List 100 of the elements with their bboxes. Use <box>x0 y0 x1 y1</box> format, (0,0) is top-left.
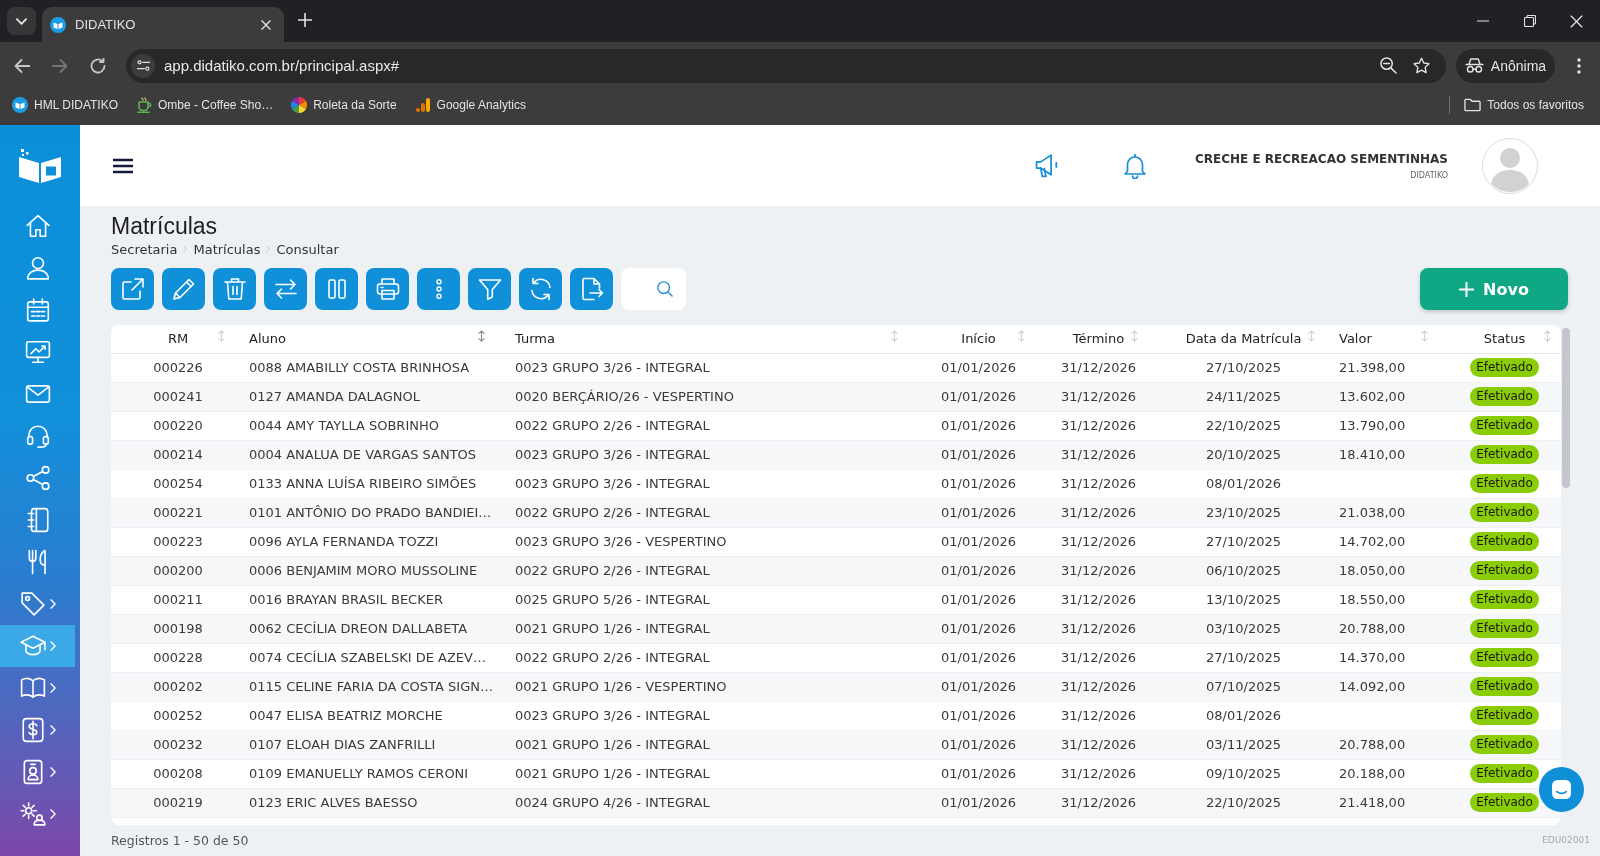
table-cell: 0022 GRUPO 2/26 - INTEGRAL <box>505 643 912 672</box>
table-cell: 000232 <box>111 730 245 759</box>
tab-list-button[interactable] <box>7 7 36 35</box>
search-field[interactable] <box>621 268 686 310</box>
table-cell: 01/01/2026 <box>912 701 1045 730</box>
table-cell: 31/12/2026 <box>1045 585 1152 614</box>
new-tab-button[interactable] <box>297 12 313 28</box>
menu-button[interactable] <box>113 157 133 174</box>
table-cell: 31/12/2026 <box>1045 498 1152 527</box>
table-cell: 000220 <box>111 411 245 440</box>
table-cell: 20/10/2025 <box>1152 440 1335 469</box>
refresh-button[interactable] <box>519 268 562 310</box>
column-header[interactable]: Turma <box>505 325 912 353</box>
table-cell: 0021 GRUPO 1/26 - INTEGRAL <box>505 730 912 759</box>
table-cell: 000252 <box>111 701 245 730</box>
all-bookmarks-link[interactable]: Todos os favoritos <box>1460 93 1588 116</box>
table-cell: 01/01/2026 <box>912 585 1045 614</box>
table-cell: 0123 ERIC ALVES BAESSO <box>245 788 505 817</box>
table-cell: 31/12/2026 <box>1045 759 1152 788</box>
table-cell: 22/10/2025 <box>1152 788 1335 817</box>
external-link-icon <box>120 277 145 301</box>
column-header[interactable]: Início <box>912 325 1045 353</box>
scrollbar[interactable] <box>1562 328 1570 488</box>
export-button[interactable] <box>570 268 613 310</box>
user-icon <box>24 255 51 281</box>
browser-tab[interactable]: DIDATIKO <box>42 7 284 42</box>
plus-icon <box>1459 281 1475 297</box>
bookmark-link[interactable]: Roleta da Sorte <box>287 92 401 117</box>
table-cell: 13.790,00 <box>1335 411 1448 440</box>
edit-button[interactable] <box>162 268 205 310</box>
profile-button[interactable]: Anônima <box>1456 48 1555 83</box>
table-cell: 03/11/2025 <box>1152 730 1335 759</box>
notifications-button[interactable] <box>1123 152 1147 179</box>
zoom-button[interactable] <box>1378 55 1398 76</box>
book-logo[interactable] <box>17 147 63 183</box>
bell-icon <box>1123 152 1147 179</box>
table-cell: 01/01/2026 <box>912 672 1045 701</box>
columns-button[interactable] <box>315 268 358 310</box>
table-cell: 01/01/2026 <box>912 527 1045 556</box>
print-button[interactable] <box>366 268 409 310</box>
status-badge: Efetivado <box>1470 619 1539 638</box>
vertical-dots-icon <box>435 279 442 299</box>
column-header[interactable]: Aluno <box>245 325 505 353</box>
open-button[interactable] <box>111 268 154 310</box>
table-cell: 0115 CELINE FARIA DA COSTA SIGN… <box>245 672 505 701</box>
status-badge: Efetivado <box>1470 445 1539 464</box>
table-cell: 31/12/2026 <box>1045 353 1152 382</box>
table-cell: 000202 <box>111 672 245 701</box>
status-badge: Efetivado <box>1470 532 1539 551</box>
page-title: Matrículas <box>111 212 218 240</box>
star-icon <box>1412 57 1430 74</box>
chevron-right-icon <box>183 245 188 253</box>
delete-button[interactable] <box>213 268 256 310</box>
table-cell: 27/10/2025 <box>1152 643 1335 672</box>
site-info-button[interactable] <box>131 53 155 78</box>
more-button[interactable] <box>417 268 460 310</box>
transfer-button[interactable] <box>264 268 307 310</box>
bookmark-link[interactable]: HML DIDATIKO <box>8 92 122 117</box>
column-header[interactable]: RM <box>111 325 245 353</box>
column-header[interactable]: Término <box>1045 325 1152 353</box>
column-header[interactable]: Status <box>1448 325 1561 353</box>
swap-arrows-icon <box>273 277 298 301</box>
status-badge: Efetivado <box>1470 764 1539 783</box>
bookmark-link[interactable]: Ombe - Coffee Sho… <box>132 92 278 117</box>
close-icon <box>261 19 271 30</box>
filter-button[interactable] <box>468 268 511 310</box>
table-cell: 000221 <box>111 498 245 527</box>
table-cell: 000226 <box>111 353 245 382</box>
table-cell: 20.788,00 <box>1335 614 1448 643</box>
headset-icon <box>24 423 51 449</box>
table-cell: 31/12/2026 <box>1045 701 1152 730</box>
menu-icon <box>113 157 133 174</box>
column-header[interactable]: Valor <box>1335 325 1448 353</box>
table-cell: 21.418,00 <box>1335 788 1448 817</box>
table-cell: 14.370,00 <box>1335 643 1448 672</box>
table-cell: 000228 <box>111 643 245 672</box>
table-cell: 14.702,00 <box>1335 527 1448 556</box>
bookmark-star-button[interactable] <box>1411 55 1431 76</box>
table-cell: 01/01/2026 <box>912 353 1045 382</box>
table-cell: 0047 ELISA BEATRIZ MORCHE <box>245 701 505 730</box>
pencil-icon <box>171 277 196 301</box>
search-icon <box>657 281 673 297</box>
table-cell: 01/01/2026 <box>912 498 1045 527</box>
breadcrumb-link[interactable]: Matrículas <box>193 241 261 257</box>
table-cell: 31/12/2026 <box>1045 411 1152 440</box>
status-badge: Efetivado <box>1470 387 1539 406</box>
table-cell: 31/12/2026 <box>1045 672 1152 701</box>
table-cell: 23/10/2025 <box>1152 498 1335 527</box>
table-cell: 21.398,00 <box>1335 353 1448 382</box>
breadcrumb-link[interactable]: Secretaria <box>111 241 178 257</box>
address-bar[interactable]: app.didatiko.com.br/principal.aspx# <box>126 48 1446 83</box>
minimize-icon <box>1476 20 1489 22</box>
status-badge: Efetivado <box>1470 503 1539 522</box>
bookmark-link[interactable]: Google Analytics <box>410 92 530 117</box>
table-cell: 18.550,00 <box>1335 585 1448 614</box>
column-header[interactable]: Data da Matrícula <box>1152 325 1335 353</box>
status-badge: Efetivado <box>1470 474 1539 493</box>
restore-icon <box>1523 15 1536 27</box>
table-cell: 06/10/2025 <box>1152 556 1335 585</box>
table-cell: 18.410,00 <box>1335 440 1448 469</box>
